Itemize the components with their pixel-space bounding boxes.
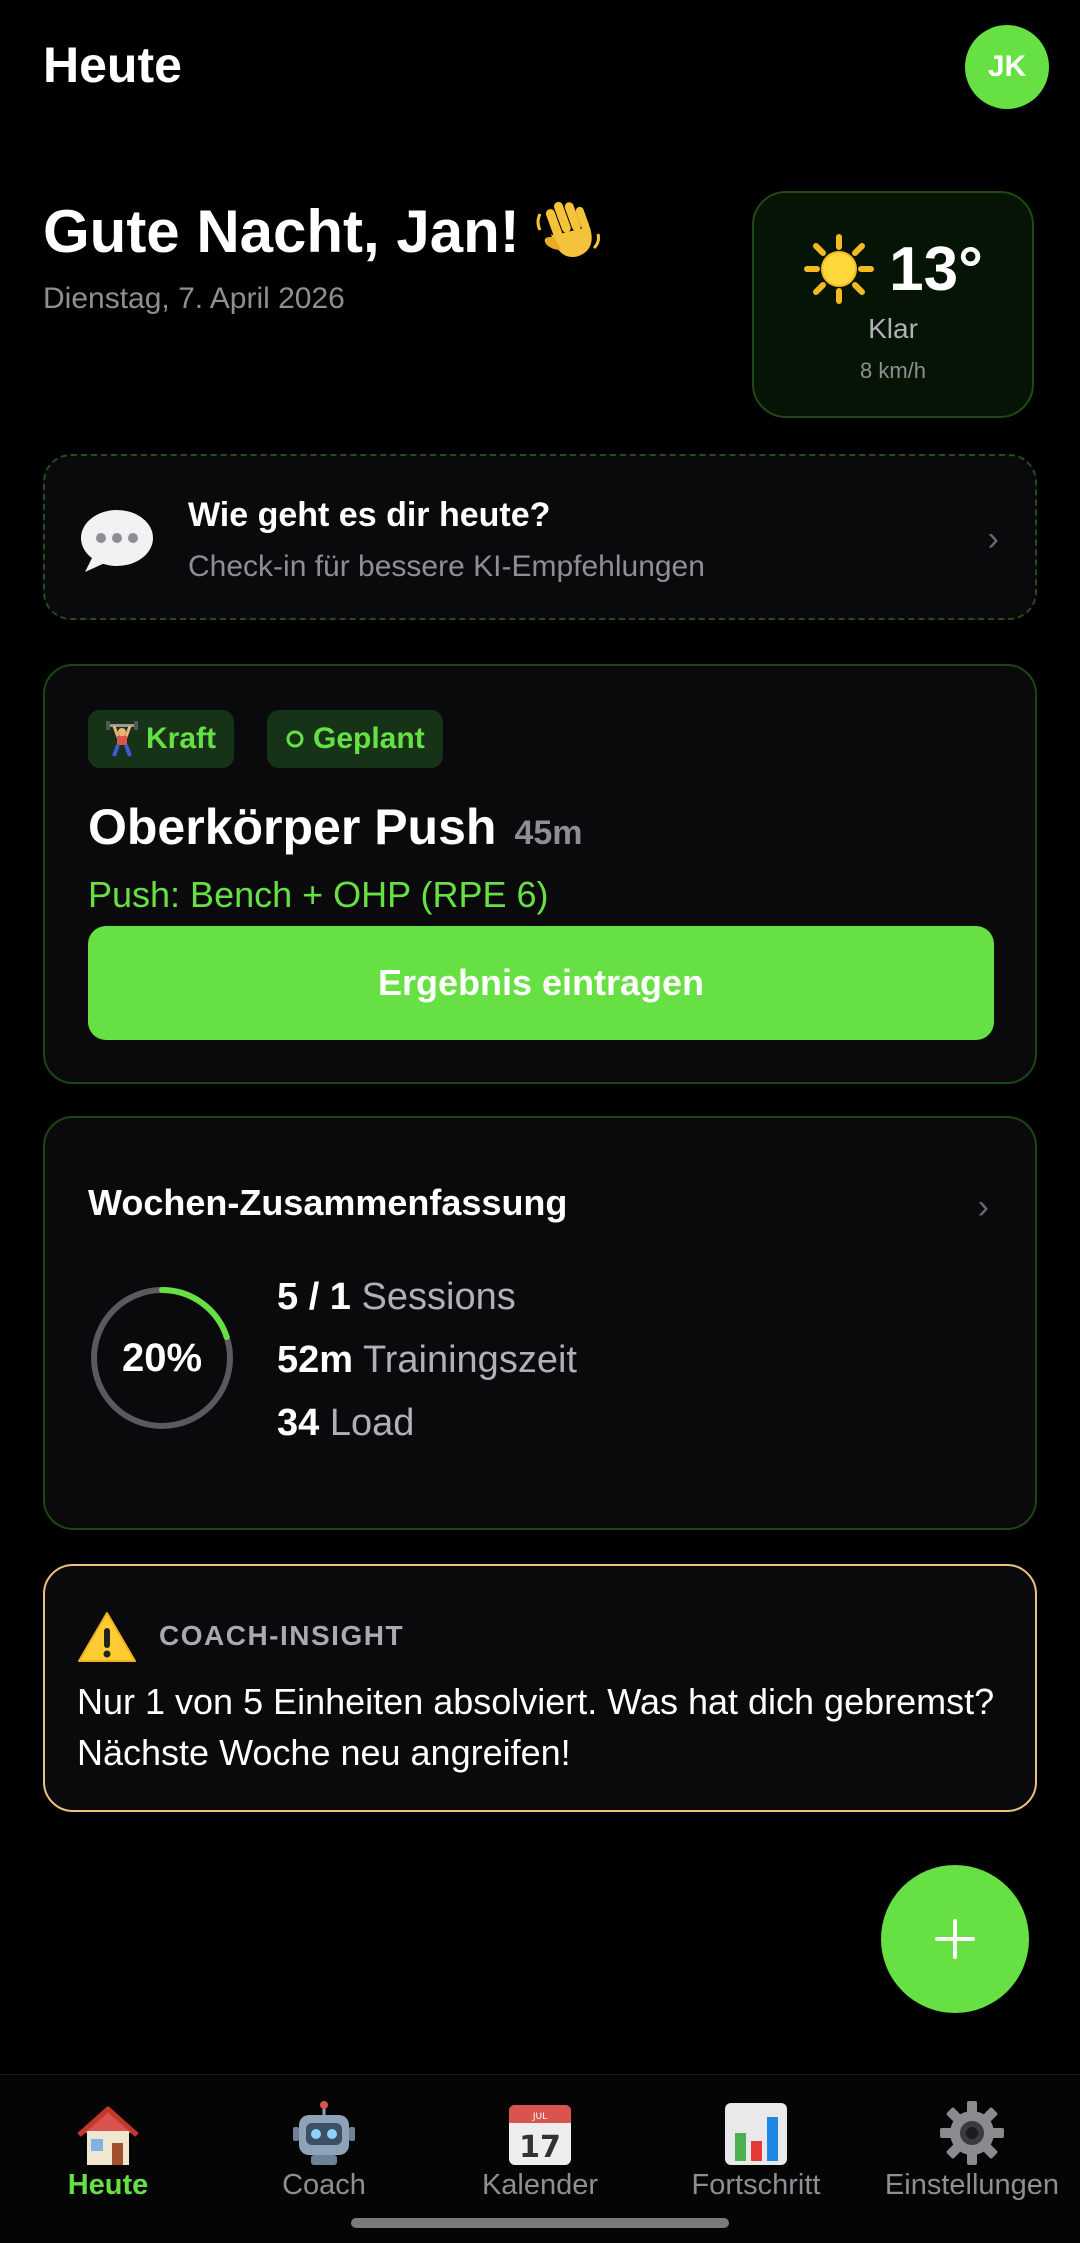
plus-icon — [935, 1919, 975, 1959]
tab-coach[interactable]: Coach — [216, 2099, 432, 2202]
tab-heute-label: Heute — [67, 2169, 149, 2201]
calendar-icon: JUL 17 — [509, 2105, 571, 2165]
temperature: 13° — [889, 234, 983, 304]
tab-fortschritt-label: Fortschritt — [691, 2169, 821, 2201]
checkin-subtitle: Check-in für bessere KI-Empfehlungen — [188, 550, 705, 583]
workout-title: Oberkörper Push 45m — [88, 798, 583, 856]
greeting-text: Gute Nacht, Jan! — [43, 197, 520, 265]
tag-geplant-label: Geplant — [313, 722, 425, 755]
stat-load-label: Load — [329, 1402, 415, 1444]
chevron-right-icon: › — [977, 1188, 989, 1226]
robot-icon — [293, 2101, 355, 2165]
weekly-summary-card[interactable]: Wochen-Zusammenfassung › 20% 5 / 1 Sessi… — [43, 1116, 1037, 1530]
log-result-button[interactable]: Ergebnis eintragen — [88, 926, 994, 1040]
calendar-month: JUL — [532, 2112, 547, 2122]
stat-sessions: 5 / 1 Sessions — [277, 1276, 516, 1319]
insight-message: Nur 1 von 5 Einheiten absolviert. Was ha… — [77, 1681, 995, 1773]
workout-name: Oberkörper Push — [88, 799, 497, 855]
home-indicator[interactable] — [351, 2218, 729, 2228]
page-title: Heute — [43, 37, 182, 93]
coach-insight-card[interactable]: COACH-INSIGHT Nur 1 von 5 Einheiten abso… — [43, 1564, 1037, 1812]
add-button[interactable] — [881, 1865, 1029, 2013]
stat-sessions-label: Sessions — [361, 1276, 516, 1318]
wind-speed: 8 km/h — [859, 358, 927, 383]
chevron-right-icon: › — [987, 520, 999, 558]
tab-einstellungen-label: Einstellungen — [884, 2169, 1060, 2201]
weather-card[interactable]: 13° Klar 8 km/h — [752, 191, 1034, 418]
tab-kalender[interactable]: JUL 17 Kalender — [432, 2099, 648, 2202]
avatar[interactable]: JK — [965, 25, 1049, 109]
tag-kraft: Kraft — [88, 710, 235, 768]
greeting: Gute Nacht, Jan! — [43, 196, 604, 266]
stat-training-time-value: 52m — [277, 1339, 354, 1381]
checkin-title: Wie geht es dir heute? — [188, 496, 551, 534]
workout-duration: 45m — [514, 814, 583, 852]
tab-einstellungen[interactable]: Einstellungen — [864, 2099, 1080, 2202]
stat-load-value: 34 — [277, 1402, 320, 1444]
warning-icon — [78, 1612, 136, 1662]
stat-load: 34 Load — [277, 1402, 414, 1445]
summary-title: Wochen-Zusammenfassung — [88, 1182, 568, 1223]
date-label: Dienstag, 7. April 2026 — [43, 282, 345, 315]
workout-description: Push: Bench + OHP (RPE 6) — [88, 874, 549, 915]
stat-sessions-value: 5 / 1 — [277, 1276, 351, 1318]
speech-bubble-icon — [81, 510, 153, 572]
house-icon — [77, 2106, 139, 2165]
progress-percent: 20% — [121, 1335, 203, 1380]
waving-hand-icon — [536, 201, 600, 257]
calendar-day: 17 — [519, 2130, 561, 2165]
circle-outline-icon — [286, 730, 304, 748]
workout-card[interactable]: Kraft Geplant Oberkörper Push 45m Push: … — [43, 664, 1037, 1084]
checkin-card[interactable]: Wie geht es dir heute? Check-in für bess… — [43, 454, 1037, 620]
weather-condition: Klar — [868, 313, 918, 344]
sun-icon — [804, 234, 875, 304]
tag-geplant: Geplant — [267, 710, 443, 768]
tab-fortschritt[interactable]: Fortschritt — [648, 2099, 864, 2202]
tab-coach-label: Coach — [282, 2169, 366, 2201]
gear-icon — [940, 2101, 1004, 2165]
weightlifter-icon — [106, 721, 138, 757]
bar-chart-icon — [725, 2103, 787, 2165]
insight-label: COACH-INSIGHT — [159, 1620, 405, 1651]
tab-kalender-label: Kalender — [481, 2169, 599, 2201]
stat-training-time: 52m Trainingszeit — [277, 1339, 577, 1382]
tab-heute[interactable]: Heute — [0, 2099, 216, 2202]
stat-training-time-label: Trainingszeit — [362, 1339, 577, 1381]
tag-kraft-label: Kraft — [146, 722, 217, 755]
progress-ring: 20% — [88, 1284, 236, 1432]
